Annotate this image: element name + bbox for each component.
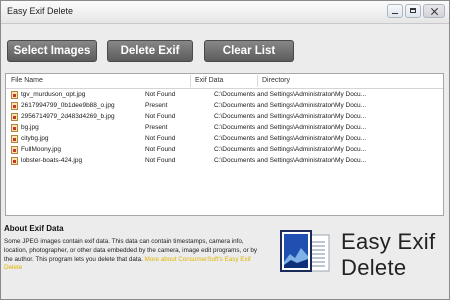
directory-cell: C:\Documents and Settings\Administrator\… bbox=[214, 157, 367, 164]
directory-cell: C:\Documents and Settings\Administrator\… bbox=[214, 146, 367, 153]
table-row[interactable]: lobster-boats-424.jpg Not Found C:\Docum… bbox=[6, 155, 443, 166]
image-file-icon bbox=[11, 146, 18, 154]
table-row[interactable]: 2956714979_2d483d4269_b.jpg Not Found C:… bbox=[6, 111, 443, 122]
exif-status-cell: Present bbox=[145, 102, 168, 109]
image-file-icon bbox=[11, 157, 18, 165]
delete-exif-button[interactable]: Delete Exif bbox=[107, 40, 193, 62]
app-window: Easy Exif Delete Select Images Delete Ex… bbox=[0, 0, 450, 300]
table-row[interactable]: 2617994799_0b1dee9b88_o.jpg Present C:\D… bbox=[6, 100, 443, 111]
table-row[interactable]: FullMoony.jpg Not Found C:\Documents and… bbox=[6, 144, 443, 155]
file-name-cell: FullMoony.jpg bbox=[21, 146, 61, 153]
directory-cell: C:\Documents and Settings\Administrator\… bbox=[214, 113, 367, 120]
column-header-directory[interactable]: Directory bbox=[262, 77, 290, 84]
about-panel: About Exif Data Some JPEG images contain… bbox=[1, 221, 271, 299]
file-name-cell: 2617994799_0b1dee9b88_o.jpg bbox=[21, 102, 115, 109]
file-name-cell: bg.jpg bbox=[21, 124, 39, 131]
about-text: Some JPEG images contain exif data. This… bbox=[4, 238, 266, 273]
column-divider[interactable] bbox=[190, 75, 191, 87]
title-bar: Easy Exif Delete bbox=[1, 1, 449, 24]
table-row[interactable]: tgv_murduson_opt.jpg Not Found C:\Docume… bbox=[6, 89, 443, 100]
exif-status-cell: Not Found bbox=[145, 146, 176, 153]
app-logo-text: Easy Exif Delete bbox=[341, 229, 435, 281]
exif-status-cell: Present bbox=[145, 124, 168, 131]
file-name-cell: 2956714979_2d483d4269_b.jpg bbox=[21, 113, 115, 120]
directory-cell: C:\Documents and Settings\Administrator\… bbox=[214, 135, 367, 142]
maximize-button[interactable] bbox=[405, 4, 421, 18]
file-name-cell: lobster-boats-424.jpg bbox=[21, 157, 83, 164]
table-row[interactable]: bg.jpg Present C:\Documents and Settings… bbox=[6, 122, 443, 133]
exif-status-cell: Not Found bbox=[145, 135, 176, 142]
window-controls bbox=[387, 4, 445, 18]
image-file-icon bbox=[11, 113, 18, 121]
exif-status-cell: Not Found bbox=[145, 113, 176, 120]
window-title: Easy Exif Delete bbox=[7, 6, 74, 16]
toolbar: Select Images Delete Exif Clear List bbox=[1, 23, 449, 69]
about-heading: About Exif Data bbox=[4, 224, 64, 233]
column-header-file-name[interactable]: File Name bbox=[11, 77, 43, 84]
close-button[interactable] bbox=[423, 4, 445, 18]
image-file-icon bbox=[11, 135, 18, 143]
column-header-exif-data[interactable]: Exif Data bbox=[195, 77, 223, 84]
image-file-icon bbox=[11, 102, 18, 110]
table-row[interactable]: citybg.jpg Not Found C:\Documents and Se… bbox=[6, 133, 443, 144]
image-document-icon bbox=[280, 230, 330, 272]
list-header: File Name Exif Data Directory bbox=[6, 74, 443, 89]
logo-line-2: Delete bbox=[341, 255, 407, 280]
file-list[interactable]: File Name Exif Data Directory tgv_murdus… bbox=[5, 73, 444, 216]
select-images-button[interactable]: Select Images bbox=[7, 40, 97, 62]
list-rows: tgv_murduson_opt.jpg Not Found C:\Docume… bbox=[6, 89, 443, 166]
clear-list-button[interactable]: Clear List bbox=[204, 40, 294, 62]
image-file-icon bbox=[11, 91, 18, 99]
file-name-cell: citybg.jpg bbox=[21, 135, 49, 142]
exif-status-cell: Not Found bbox=[145, 157, 176, 164]
directory-cell: C:\Documents and Settings\Administrator\… bbox=[214, 124, 367, 131]
file-name-cell: tgv_murduson_opt.jpg bbox=[21, 91, 86, 98]
minimize-button[interactable] bbox=[387, 4, 403, 18]
logo-line-1: Easy Exif bbox=[341, 229, 436, 254]
directory-cell: C:\Documents and Settings\Administrator\… bbox=[214, 102, 367, 109]
column-divider[interactable] bbox=[257, 75, 258, 87]
exif-status-cell: Not Found bbox=[145, 91, 176, 98]
image-file-icon bbox=[11, 124, 18, 132]
directory-cell: C:\Documents and Settings\Administrator\… bbox=[214, 91, 367, 98]
